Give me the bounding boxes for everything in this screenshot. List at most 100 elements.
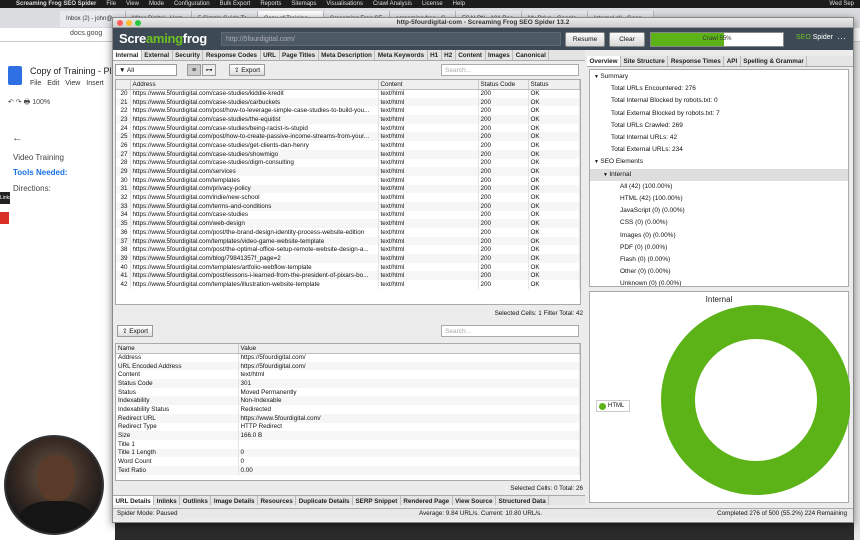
tab-meta-description[interactable]: Meta Description <box>319 50 376 60</box>
overview-row[interactable]: ▼ Internal <box>590 168 848 181</box>
detail-row[interactable]: Redirect Type HTTP Redirect <box>116 422 580 432</box>
lower-tab-structured-data[interactable]: Structured Data <box>496 496 550 505</box>
doc-menu-item[interactable]: Insert <box>86 80 104 87</box>
clear-button[interactable]: Clear <box>609 32 645 47</box>
table-row[interactable]: 34 https://www.5fourdigital.com/case-stud… <box>116 210 580 220</box>
tab-canonical[interactable]: Canonical <box>513 50 550 60</box>
table-row[interactable]: 32 https://www.5fourdigital.com/indie/new… <box>116 193 580 202</box>
doc-menu[interactable]: File Edit View Insert <box>30 80 104 87</box>
detail-row[interactable]: Address https://5fourdigital.com/ <box>116 353 580 362</box>
close-window-icon[interactable] <box>117 20 123 26</box>
mac-menu-item[interactable]: Screaming Frog SEO Spider <box>16 1 96 7</box>
tab-images[interactable]: Images <box>486 50 514 60</box>
overview-tree[interactable]: ▼ Summary Total URLs Encountered: 276 Tota… <box>589 69 849 287</box>
table-row[interactable]: 24 https://www.5fourdigital.com/case-stud… <box>116 123 580 133</box>
list-view-icon[interactable]: ≡ <box>187 64 201 76</box>
doc-toolbar[interactable]: ↶ ↷ 🖶 100% <box>8 98 50 109</box>
table-row[interactable]: 39 https://www.5fourdigital.com/blog/7984… <box>116 254 580 263</box>
detail-row[interactable]: Content text/html <box>116 370 580 380</box>
mac-menu-item[interactable]: View <box>126 1 139 7</box>
right-tab-overview[interactable]: Overview <box>587 56 622 66</box>
overview-row[interactable]: Total Internal URLs: 42 <box>590 132 848 144</box>
table-row[interactable]: 25 https://www.5fourdigital.com/post/how-… <box>116 132 580 142</box>
lower-tab-duplicate-details[interactable]: Duplicate Details <box>296 496 353 505</box>
tab-internal[interactable]: Internal <box>113 50 142 60</box>
tab-security[interactable]: Security <box>173 50 204 60</box>
table-row[interactable]: 23 https://www.5fourdigital.com/case-stud… <box>116 115 580 124</box>
detail-row[interactable]: Title 1 <box>116 439 580 449</box>
detail-row[interactable]: Redirect URL https://www.5fourdigital.com… <box>116 413 580 423</box>
tab-response-codes[interactable]: Response Codes <box>203 50 261 60</box>
overview-row[interactable]: Total External Blocked by robots.txt: 7 <box>590 108 848 120</box>
overview-row[interactable]: ▼ SEO Elements <box>590 156 848 168</box>
table-row[interactable]: 29 https://www.5fourdigital.com/services t… <box>116 167 580 176</box>
tab-h2[interactable]: H2 <box>442 50 456 60</box>
mac-menu-item[interactable]: Sitemaps <box>291 1 316 7</box>
column-header[interactable]: Status Code <box>478 80 529 90</box>
overview-row[interactable]: Total URLs Crawled: 269 <box>590 120 848 132</box>
lower-tab-url-details[interactable]: URL Details <box>113 496 155 505</box>
tab-url[interactable]: URL <box>261 50 280 60</box>
tab-meta-keywords[interactable]: Meta Keywords <box>375 50 428 60</box>
menu-icon[interactable]: ⋯ <box>837 33 846 44</box>
right-tab-api[interactable]: API <box>724 56 741 66</box>
overview-row[interactable]: HTML (42) (100.00%) <box>590 193 848 205</box>
table-row[interactable]: 40 https://www.5fourdigital.com/templates… <box>116 262 580 272</box>
mac-menu-item[interactable]: License <box>422 1 443 7</box>
table-row[interactable]: 28 https://www.5fourdigital.com/case-stud… <box>116 158 580 168</box>
detail-export-button[interactable]: ⇪ Export <box>117 325 154 337</box>
detail-row[interactable]: Indexability Status Redirected <box>116 405 580 414</box>
table-row[interactable]: 38 https://www.5fourdigital.com/post/the-… <box>116 245 580 255</box>
overview-row[interactable]: Total External URLs: 234 <box>590 144 848 156</box>
overview-row[interactable]: Flash (0) (0.00%) <box>590 254 848 266</box>
overview-row[interactable]: Total URLs Encountered: 276 <box>590 83 848 95</box>
table-row[interactable]: 37 https://www.5fourdigital.com/templates… <box>116 236 580 246</box>
table-row[interactable]: 26 https://www.5fourdigital.com/case-stud… <box>116 141 580 150</box>
lower-tab-image-details[interactable]: Image Details <box>211 496 258 505</box>
lower-tab-rendered-page[interactable]: Rendered Page <box>401 496 453 505</box>
column-header[interactable]: Name <box>116 344 239 354</box>
overview-row[interactable]: CSS (0) (0.00%) <box>590 217 848 229</box>
column-header[interactable]: Value <box>238 344 580 354</box>
detail-row[interactable]: URL Encoded Address https://5fourdigital.… <box>116 361 580 371</box>
lower-tab-serp-snippet[interactable]: SERP Snippet <box>353 496 401 505</box>
overview-row[interactable]: Other (0) (0.00%) <box>590 266 848 278</box>
tab-h1[interactable]: H1 <box>428 50 442 60</box>
column-header[interactable] <box>116 80 131 90</box>
doc-menu-item[interactable]: Edit <box>47 80 59 87</box>
lower-tab-resources[interactable]: Resources <box>258 496 297 505</box>
detail-row[interactable]: Status Moved Permanently <box>116 387 580 397</box>
table-row[interactable]: 21 https://www.5fourdigital.com/case-stud… <box>116 97 580 107</box>
resume-button[interactable]: Resume <box>565 32 605 47</box>
doc-menu-item[interactable]: View <box>65 80 80 87</box>
detail-row[interactable]: Size 166.0 B <box>116 431 580 440</box>
back-arrow-icon[interactable]: ← <box>12 132 23 144</box>
filter-dropdown[interactable]: ▼ All <box>115 64 177 76</box>
overview-row[interactable]: All (42) (100.00%) <box>590 181 848 193</box>
lower-tab-view-source[interactable]: View Source <box>453 496 497 505</box>
column-header[interactable]: Status <box>528 80 580 90</box>
lower-tab-outlinks[interactable]: Outlinks <box>180 496 212 505</box>
table-row[interactable]: 35 https://www.5fourdigital.com/web-desig… <box>116 219 580 228</box>
mac-menu-item[interactable]: Mode <box>149 1 164 7</box>
crawl-url-input[interactable]: http://5fourdigital.com/ <box>221 32 561 46</box>
table-row[interactable]: 30 https://www.5fourdigital.com/templates… <box>116 175 580 185</box>
detail-row[interactable]: Status Code 301 <box>116 379 580 388</box>
table-row[interactable]: 33 https://www.5fourdigital.com/terms-and… <box>116 201 580 211</box>
tab-content[interactable]: Content <box>456 50 486 60</box>
overview-row[interactable]: Total Internal Blocked by robots.txt: 0 <box>590 95 848 107</box>
search-input[interactable]: Search... <box>441 64 579 76</box>
detail-row[interactable]: Text Ratio 0.00 <box>116 465 580 475</box>
lower-tab-inlinks[interactable]: Inlinks <box>154 496 181 505</box>
detail-table[interactable]: Name Value Address https://5fourdigital.co… <box>115 343 581 481</box>
tree-view-icon[interactable]: ⊶ <box>202 64 216 76</box>
overview-row[interactable]: JavaScript (0) (0.00%) <box>590 205 848 217</box>
column-header[interactable]: Address <box>130 80 379 90</box>
mac-menu-item[interactable]: Crawl Analysis <box>373 1 412 7</box>
detail-row[interactable]: Word Count 0 <box>116 457 580 466</box>
tab-external[interactable]: External <box>142 50 173 60</box>
column-header[interactable]: Content <box>378 80 479 90</box>
table-row[interactable]: 31 https://www.5fourdigital.com/privacy-p… <box>116 184 580 194</box>
doc-zoom[interactable]: 100% <box>32 99 50 106</box>
overview-row[interactable]: Images (0) (0.00%) <box>590 230 848 242</box>
